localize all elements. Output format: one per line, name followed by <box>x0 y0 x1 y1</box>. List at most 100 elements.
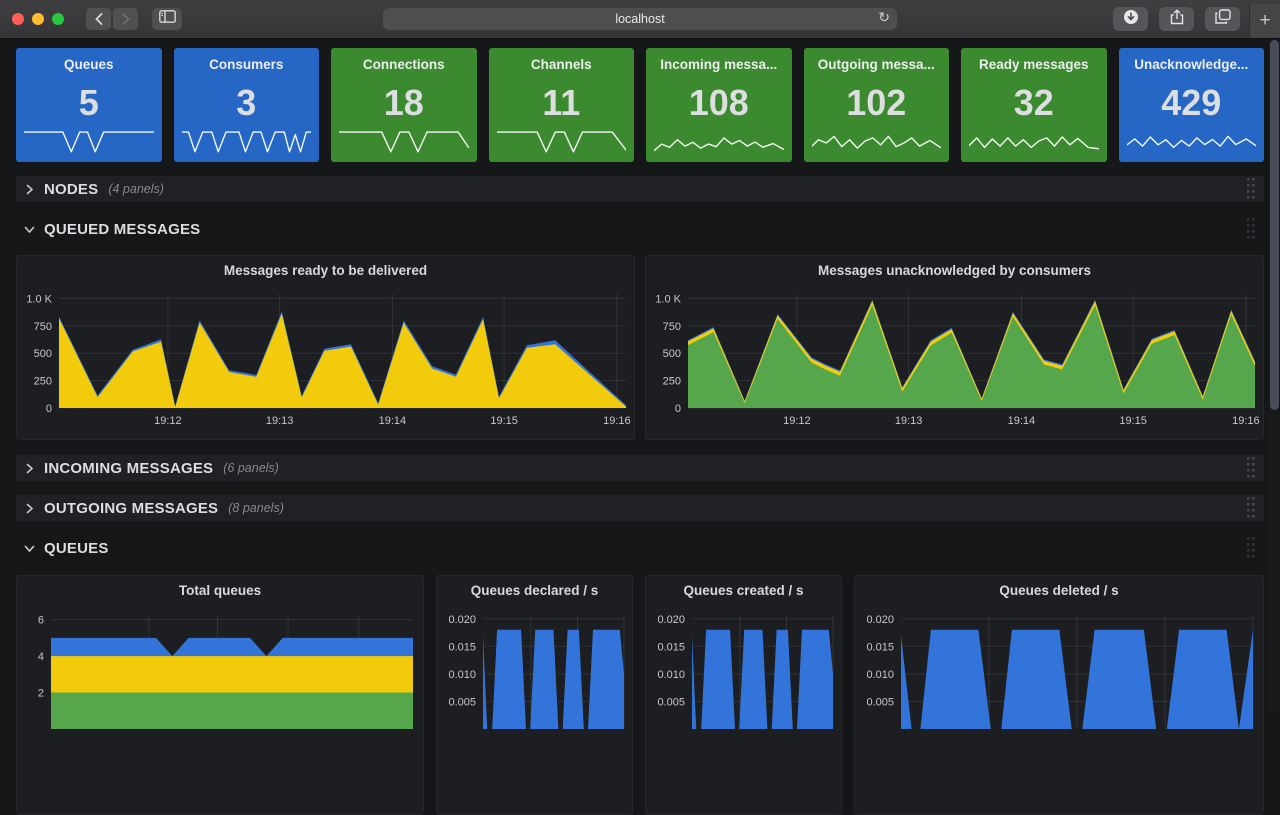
svg-text:19:16: 19:16 <box>603 415 631 427</box>
svg-text:0.005: 0.005 <box>448 696 476 708</box>
sparkline <box>339 125 469 157</box>
stat-value: 102 <box>846 85 906 121</box>
svg-text:1.0 K: 1.0 K <box>655 293 681 305</box>
stat-value: 429 <box>1161 85 1221 121</box>
sparkline <box>969 125 1099 157</box>
browser-toolbar: localhost ↻ + <box>0 0 1280 39</box>
zoom-window-button[interactable] <box>52 13 64 25</box>
chevron-down-icon <box>24 224 35 235</box>
downloads-button[interactable] <box>1113 7 1148 31</box>
panel-messages-unacknowledged: Messages unacknowledged by consumers 1.0… <box>645 255 1264 440</box>
stat-value: 18 <box>384 85 424 121</box>
drag-handle-icon[interactable] <box>1246 177 1256 201</box>
stat-panel-connections[interactable]: Connections 18 <box>331 48 477 162</box>
svg-text:0: 0 <box>46 403 52 415</box>
row-panel-count: (4 panels) <box>108 182 164 196</box>
svg-text:19:12: 19:12 <box>783 415 811 427</box>
stat-title: Outgoing messa... <box>818 57 935 72</box>
stat-value: 5 <box>79 85 99 121</box>
stat-panel-channels[interactable]: Channels 11 <box>489 48 635 162</box>
sparkline <box>182 125 312 157</box>
chevron-left-icon <box>94 13 104 25</box>
stat-value: 11 <box>542 85 580 121</box>
svg-text:0.005: 0.005 <box>866 696 894 708</box>
svg-text:0.010: 0.010 <box>448 669 476 681</box>
stat-title: Incoming messa... <box>660 57 777 72</box>
svg-text:0.015: 0.015 <box>657 641 685 653</box>
svg-text:1.0 K: 1.0 K <box>26 293 52 305</box>
sparkline <box>812 125 942 157</box>
svg-text:19:15: 19:15 <box>1119 415 1147 427</box>
svg-text:4: 4 <box>38 651 44 663</box>
drag-handle-icon[interactable] <box>1246 536 1256 560</box>
row-header-queues[interactable]: QUEUES <box>16 535 1264 561</box>
svg-text:19:16: 19:16 <box>1232 415 1260 427</box>
svg-text:0.020: 0.020 <box>866 614 894 626</box>
row-title: NODES <box>44 181 98 198</box>
chart-queues-declared: 0.020 0.015 0.010 0.005 <box>437 576 632 776</box>
close-window-button[interactable] <box>12 13 24 25</box>
forward-button[interactable] <box>113 8 138 30</box>
row-header-outgoing-messages[interactable]: OUTGOING MESSAGES (8 panels) <box>16 495 1264 521</box>
panel-queues-created: Queues created / s 0.0200.0150.0100.005 <box>645 575 842 815</box>
panel-queues-deleted: Queues deleted / s 0.0200.0150.0100.005 <box>854 575 1264 815</box>
grafana-dashboard: Queues 5 Consumers 3 Connections 18 Chan… <box>0 38 1280 712</box>
drag-handle-icon[interactable] <box>1246 217 1256 241</box>
stat-panel-ready-messages[interactable]: Ready messages 32 <box>961 48 1107 162</box>
row-header-nodes[interactable]: NODES (4 panels) <box>16 176 1264 202</box>
url-text: localhost <box>615 12 664 26</box>
address-bar[interactable]: localhost ↻ <box>383 8 897 30</box>
chart-total-queues: 642 <box>17 576 423 776</box>
svg-text:0.015: 0.015 <box>448 641 476 653</box>
svg-text:19:15: 19:15 <box>490 415 518 427</box>
stat-panel-outgoing-messages[interactable]: Outgoing messa... 102 <box>804 48 950 162</box>
svg-text:0.015: 0.015 <box>866 641 894 653</box>
chart-queues-created: 0.0200.0150.0100.005 <box>646 576 841 776</box>
row-title: QUEUES <box>44 540 109 557</box>
drag-handle-icon[interactable] <box>1246 496 1256 520</box>
svg-text:19:13: 19:13 <box>266 415 294 427</box>
chart-messages-ready: 1.0 K750500250019:1219:1319:1419:1519:16 <box>17 256 634 439</box>
scrollbar-thumb[interactable] <box>1270 40 1279 410</box>
svg-text:6: 6 <box>38 615 44 627</box>
stat-panel-consumers[interactable]: Consumers 3 <box>174 48 320 162</box>
share-button[interactable] <box>1159 7 1194 31</box>
sidebar-toggle-button[interactable] <box>152 8 182 30</box>
row-panel-count: (6 panels) <box>223 461 279 475</box>
row-title: OUTGOING MESSAGES <box>44 500 218 517</box>
svg-text:750: 750 <box>34 321 52 333</box>
share-icon <box>1170 9 1184 30</box>
svg-text:19:12: 19:12 <box>154 415 182 427</box>
stat-panel-incoming-messages[interactable]: Incoming messa... 108 <box>646 48 792 162</box>
svg-text:0.010: 0.010 <box>866 669 894 681</box>
sparkline <box>654 125 784 157</box>
minimize-window-button[interactable] <box>32 13 44 25</box>
chevron-down-icon <box>24 543 35 554</box>
svg-text:0.020: 0.020 <box>448 614 476 626</box>
chevron-right-icon <box>121 13 131 25</box>
scrollbar-track[interactable] <box>1268 38 1280 712</box>
sparkline <box>24 125 154 157</box>
svg-text:0: 0 <box>675 403 681 415</box>
svg-text:750: 750 <box>663 321 681 333</box>
panel-messages-ready: Messages ready to be delivered 1.0 K7505… <box>16 255 635 440</box>
back-button[interactable] <box>86 8 111 30</box>
tab-overview-button[interactable] <box>1205 7 1240 31</box>
stat-value: 3 <box>236 85 256 121</box>
stat-panel-row: Queues 5 Consumers 3 Connections 18 Chan… <box>16 48 1264 162</box>
reload-icon[interactable]: ↻ <box>878 9 890 26</box>
svg-text:0.010: 0.010 <box>657 669 685 681</box>
drag-handle-icon[interactable] <box>1246 456 1256 480</box>
row-header-queued-messages[interactable]: QUEUED MESSAGES <box>16 216 1264 242</box>
stat-value: 32 <box>1014 85 1054 121</box>
chevron-right-icon <box>24 463 35 474</box>
svg-text:0.020: 0.020 <box>657 614 685 626</box>
stat-panel-unacknowledged[interactable]: Unacknowledge... 429 <box>1119 48 1265 162</box>
sidebar-icon <box>159 10 176 28</box>
row-header-incoming-messages[interactable]: INCOMING MESSAGES (6 panels) <box>16 455 1264 481</box>
stat-panel-queues[interactable]: Queues 5 <box>16 48 162 162</box>
chart-messages-unacknowledged: 1.0 K750500250019:1219:1319:1419:1519:16 <box>646 256 1263 439</box>
tabs-icon <box>1215 9 1231 29</box>
new-tab-button[interactable]: + <box>1249 4 1280 38</box>
panel-total-queues: Total queues 642 <box>16 575 424 815</box>
